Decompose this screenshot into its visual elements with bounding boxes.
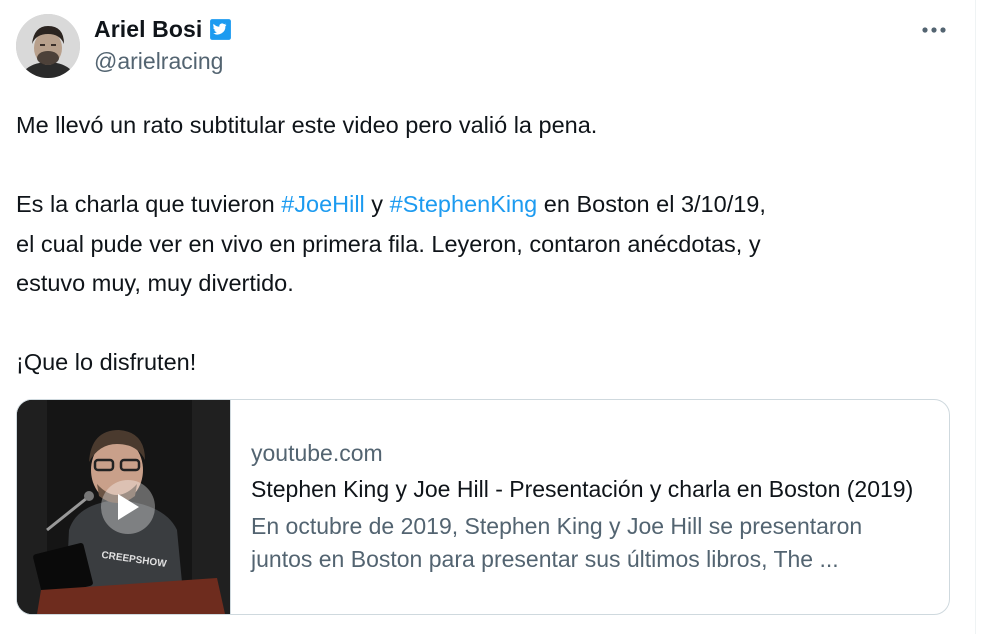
author-display-name[interactable]: Ariel Bosi xyxy=(94,16,202,43)
avatar[interactable] xyxy=(16,14,80,78)
hashtag-joehill-link[interactable]: #JoeHill xyxy=(281,191,365,217)
link-preview-card[interactable]: CREEPSHOW youtube.com Stephen King y Joe… xyxy=(16,399,950,615)
hashtag-stephenking-link[interactable]: #StephenKing xyxy=(390,191,538,217)
timeline-divider xyxy=(975,0,976,634)
card-domain: youtube.com xyxy=(251,440,383,466)
tweet-line: el cual pude ver en vivo en primera fila… xyxy=(16,230,761,257)
tweet-text: Me llevó un rato subtitular este video p… xyxy=(16,106,956,383)
play-icon xyxy=(118,494,139,520)
video-thumbnail[interactable]: CREEPSHOW xyxy=(17,400,230,614)
tweet-line: Me llevó un rato subtitular este video p… xyxy=(16,112,598,138)
card-title[interactable]: Stephen King y Joe Hill - Presentación y… xyxy=(251,476,931,503)
tweet-text-segment: y xyxy=(364,191,390,217)
more-horizontal-icon xyxy=(922,27,946,33)
author-handle[interactable]: @arielracing xyxy=(94,48,223,75)
author-name-row[interactable]: Ariel Bosi xyxy=(94,14,233,44)
verified-badge-icon[interactable] xyxy=(208,17,233,42)
play-button[interactable] xyxy=(101,480,155,534)
tweet-line: Es la charla que tuvieron #JoeHill y #St… xyxy=(16,185,956,225)
tweet-line: estuvo muy, muy divertido. xyxy=(16,270,294,296)
card-description-line: juntos en Boston para presentar sus últi… xyxy=(251,546,839,572)
card-description-line: En octubre de 2019, Stephen King y Joe H… xyxy=(251,513,863,539)
more-options-button[interactable] xyxy=(914,14,954,46)
tweet-text-segment: Es la charla que tuvieron xyxy=(16,191,282,217)
tweet-text-segment: en Boston el 3/10/19, xyxy=(537,191,766,217)
avatar-photo xyxy=(16,14,80,78)
card-description: En octubre de 2019, Stephen King y Joe H… xyxy=(251,510,931,576)
tweet-line: ¡Que lo disfruten! xyxy=(16,349,197,375)
card-divider xyxy=(230,400,231,614)
